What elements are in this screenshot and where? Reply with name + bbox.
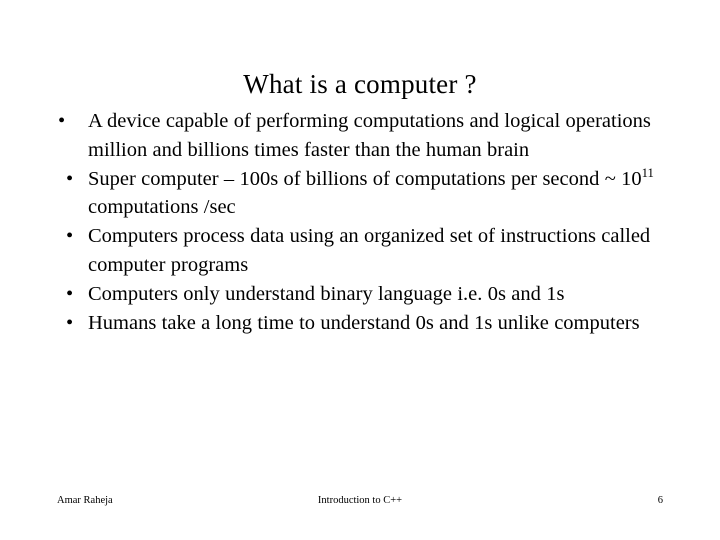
- bullet-point-icon: •: [58, 110, 66, 132]
- slide-footer: Amar Raheja Introduction to C++ 6: [0, 494, 720, 516]
- bullet-text-main: Humans take a long time to understand 0s…: [88, 311, 640, 334]
- bullet-item-text: Computers process data using an organize…: [88, 222, 662, 280]
- bullet-text-main: Computers process data using an organize…: [88, 225, 651, 276]
- bullet-item-text: Super computer – 100s of billions of com…: [88, 165, 662, 223]
- footer-course-title: Introduction to C++: [317, 495, 403, 506]
- bullet-item: • Computers process data using an organi…: [58, 222, 662, 280]
- slide-title: What is a computer ?: [243, 69, 477, 100]
- bullet-point-icon: •: [66, 282, 74, 305]
- bullet-item-text: A device capable of performing computati…: [88, 107, 662, 165]
- bullet-item: • Computers only understand binary langu…: [58, 280, 662, 309]
- exponent-superscript: 11: [641, 165, 654, 180]
- bullet-item: • Super computer – 100s of billions of c…: [58, 165, 662, 223]
- bullet-item-text: Humans take a long time to understand 0s…: [88, 309, 662, 338]
- presentation-slide: What is a computer ? • A device capable …: [0, 0, 720, 540]
- bullet-text-main: Super computer – 100s of billions of com…: [88, 167, 642, 190]
- bullet-text-tail: computations /sec: [88, 196, 236, 219]
- bullet-point-icon: •: [66, 225, 74, 248]
- bullet-point-icon: •: [66, 311, 74, 334]
- footer-page-number: 6: [657, 495, 663, 506]
- bullet-item: • A device capable of performing computa…: [58, 107, 662, 165]
- slide-body-bullet-list: • A device capable of performing computa…: [58, 107, 662, 337]
- bullet-item: • Humans take a long time to understand …: [58, 309, 662, 338]
- bullet-item-text: Computers only understand binary languag…: [88, 280, 662, 309]
- bullet-text-main: Computers only understand binary languag…: [88, 282, 565, 305]
- bullet-point-icon: •: [66, 167, 74, 190]
- bullet-text-main: A device capable of performing computati…: [88, 110, 651, 161]
